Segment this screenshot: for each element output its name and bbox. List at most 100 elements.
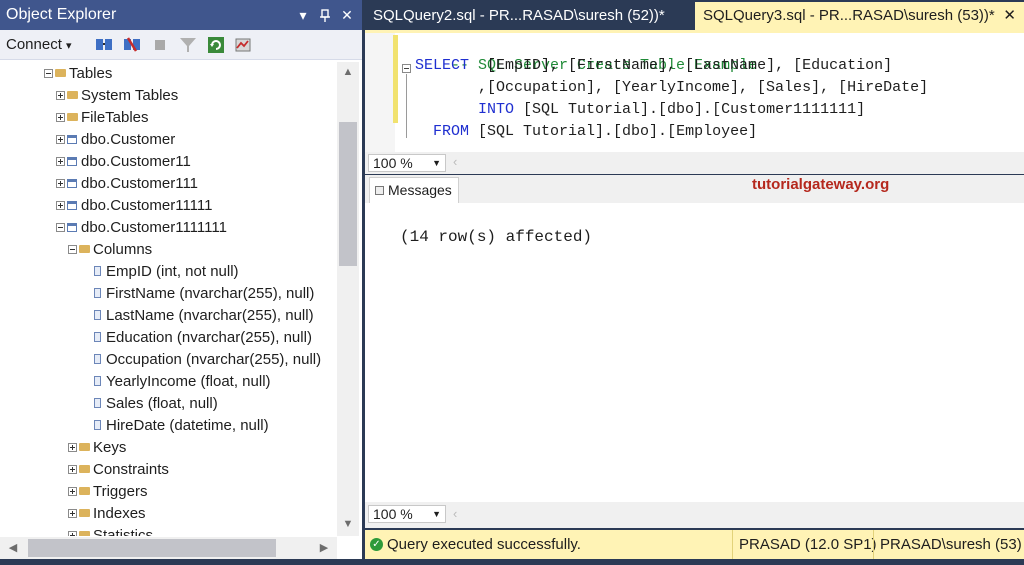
- messages-pane[interactable]: (14 row(s) affected): [365, 203, 1024, 502]
- scroll-left-icon[interactable]: ‹: [453, 154, 457, 169]
- tree-node-label: Occupation (nvarchar(255), null): [106, 351, 322, 368]
- code-line-from: FROM [SQL Tutorial].[dbo].[Employee]: [415, 121, 757, 143]
- tree-node[interactable]: Keys: [68, 437, 126, 459]
- query-editor[interactable]: -- SQL Server Create Table Example SELEC…: [365, 30, 1024, 152]
- tree-node-label: Triggers: [93, 483, 148, 500]
- chevron-down-icon: ▾: [66, 40, 72, 52]
- folder-icon: [79, 487, 90, 496]
- window-position-dropdown-icon[interactable]: ▾: [292, 0, 314, 30]
- table-icon: [67, 134, 77, 144]
- tree-vertical-scrollbar[interactable]: ▲ ▼: [337, 62, 359, 536]
- tree-node[interactable]: dbo.Customer1111111: [56, 217, 227, 239]
- collapse-icon[interactable]: [56, 222, 65, 232]
- scroll-left-icon[interactable]: ◀: [2, 541, 24, 554]
- tree-node[interactable]: Tables: [44, 63, 112, 85]
- expand-icon[interactable]: [68, 508, 77, 518]
- tree-node[interactable]: Education (nvarchar(255), null): [94, 327, 312, 349]
- collapse-icon[interactable]: [44, 68, 53, 78]
- tree-node[interactable]: Indexes: [68, 503, 146, 525]
- expand-icon[interactable]: [68, 486, 77, 496]
- stop-icon[interactable]: [150, 36, 170, 54]
- close-panel-icon[interactable]: ✕: [336, 0, 358, 30]
- tree-node[interactable]: Sales (float, null): [94, 393, 218, 415]
- results-zoom-bar: 100 % ▼ ‹: [365, 502, 1024, 528]
- object-explorer-title-bar: Object Explorer ▾ ✕: [0, 0, 362, 30]
- tree-node-label: Tables: [69, 65, 113, 82]
- scroll-up-icon[interactable]: ▲: [337, 66, 359, 78]
- tree-node-label: Columns: [93, 241, 153, 258]
- tree-node[interactable]: dbo.Customer11111: [56, 195, 212, 217]
- expand-icon[interactable]: [56, 112, 65, 122]
- disconnect-server-icon[interactable]: [122, 36, 142, 54]
- collapse-icon[interactable]: [68, 244, 77, 254]
- tree-node-label: YearlyIncome (float, null): [106, 373, 271, 390]
- tree-node-label: Indexes: [93, 505, 146, 522]
- results-zoom-select[interactable]: 100 % ▼: [368, 505, 446, 523]
- zoom-value: 100 %: [373, 155, 413, 171]
- messages-icon: [375, 186, 384, 195]
- expand-icon[interactable]: [68, 442, 77, 452]
- expand-icon[interactable]: [68, 530, 77, 536]
- expand-icon[interactable]: [56, 156, 65, 166]
- collapse-region-icon[interactable]: [402, 64, 411, 73]
- scroll-right-icon[interactable]: ▶: [313, 541, 335, 554]
- select-columns-continued: ,[Occupation], [YearlyIncome], [Sales], …: [415, 79, 929, 96]
- expand-icon[interactable]: [56, 200, 65, 210]
- tree-node[interactable]: LastName (nvarchar(255), null): [94, 305, 314, 327]
- activity-monitor-icon[interactable]: [234, 36, 254, 54]
- editor-zoom-select[interactable]: 100 % ▼: [368, 154, 446, 172]
- tree-node[interactable]: EmpID (int, not null): [94, 261, 239, 283]
- status-message: Query executed successfully.: [387, 536, 581, 553]
- tree-node[interactable]: FileTables: [56, 107, 149, 129]
- select-keyword: SELECT: [415, 57, 470, 74]
- scroll-down-icon[interactable]: ▼: [337, 518, 359, 530]
- folder-icon: [55, 69, 66, 78]
- object-explorer-title: Object Explorer: [6, 6, 117, 23]
- tree-node[interactable]: dbo.Customer: [56, 129, 175, 151]
- refresh-icon[interactable]: [206, 36, 226, 54]
- tree-node[interactable]: Statistics: [68, 525, 153, 536]
- tab-label: SQLQuery3.sql - PR...RASAD\suresh (53))*: [703, 7, 995, 24]
- tab-sqlquery3[interactable]: SQLQuery3.sql - PR...RASAD\suresh (53))*…: [695, 2, 1024, 30]
- tab-messages[interactable]: Messages: [369, 177, 459, 203]
- tree-node[interactable]: Columns: [68, 239, 152, 261]
- vertical-scroll-thumb[interactable]: [339, 122, 357, 266]
- tree-node[interactable]: System Tables: [56, 85, 178, 107]
- tree-horizontal-scrollbar[interactable]: ◀ ▶: [0, 537, 337, 559]
- tree-node[interactable]: Triggers: [68, 481, 147, 503]
- tree-node-label: dbo.Customer11111: [81, 197, 213, 214]
- expand-icon[interactable]: [56, 90, 65, 100]
- tree-node[interactable]: Occupation (nvarchar(255), null): [94, 349, 321, 371]
- code-line-into: INTO [SQL Tutorial].[dbo].[Customer11111…: [415, 99, 865, 121]
- expand-icon[interactable]: [56, 178, 65, 188]
- select-columns: [EmpID], [FirstName], [LastName], [Educa…: [469, 57, 893, 74]
- status-server: PRASAD (12.0 SP1): [732, 530, 877, 559]
- connect-server-icon[interactable]: [94, 36, 114, 54]
- filter-icon[interactable]: [178, 36, 198, 54]
- tree-node-label: dbo.Customer111: [81, 175, 199, 192]
- expand-icon[interactable]: [56, 134, 65, 144]
- connect-label: Connect: [6, 36, 62, 53]
- tree-node[interactable]: Constraints: [68, 459, 169, 481]
- folder-icon: [79, 531, 90, 536]
- scroll-left-icon[interactable]: ‹: [453, 506, 457, 521]
- object-explorer-panel: Object Explorer ▾ ✕ Connect ▾ Tables Sys…: [0, 0, 362, 565]
- tree-node-label: FileTables: [81, 109, 149, 126]
- tree-node[interactable]: dbo.Customer11: [56, 151, 191, 173]
- tree-node[interactable]: dbo.Customer111: [56, 173, 198, 195]
- success-check-icon: ✓: [370, 538, 383, 551]
- object-explorer-toolbar: Connect ▾: [0, 30, 362, 60]
- tab-sqlquery2[interactable]: SQLQuery2.sql - PR...RASAD\suresh (52))*: [365, 2, 693, 30]
- tree-node[interactable]: YearlyIncome (float, null): [94, 371, 271, 393]
- object-explorer-tree[interactable]: Tables System Tables FileTables dbo.Custome…: [0, 62, 337, 536]
- tree-node-label: dbo.Customer1111111: [81, 219, 227, 236]
- tree-node[interactable]: FirstName (nvarchar(255), null): [94, 283, 314, 305]
- connect-button[interactable]: Connect ▾: [6, 35, 72, 55]
- horizontal-scroll-thumb[interactable]: [28, 539, 276, 557]
- column-icon: [94, 420, 101, 431]
- expand-icon[interactable]: [68, 464, 77, 474]
- close-tab-icon[interactable]: ✕: [1003, 2, 1016, 30]
- pin-icon[interactable]: [314, 0, 336, 30]
- tree-node-label: Sales (float, null): [106, 395, 218, 412]
- tree-node[interactable]: HireDate (datetime, null): [94, 415, 269, 437]
